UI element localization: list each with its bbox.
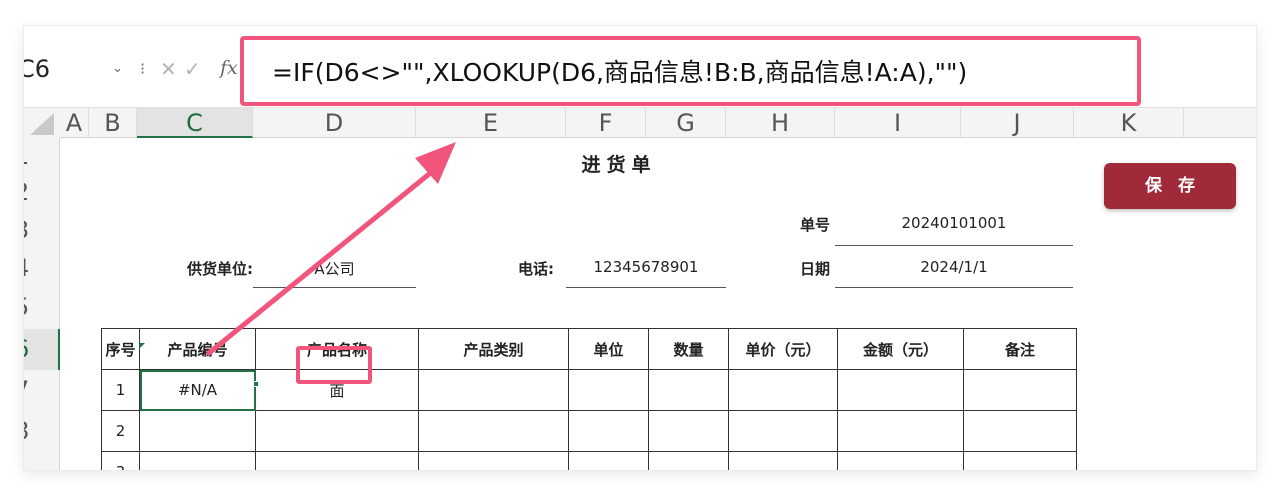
table-cell[interactable] bbox=[568, 410, 649, 452]
save-button[interactable]: 保存 bbox=[1104, 163, 1236, 209]
order-no-label: 单号 bbox=[799, 216, 830, 234]
row-header-8[interactable]: 8 bbox=[24, 411, 60, 452]
phone-label: 电话: bbox=[518, 260, 554, 278]
table-cell[interactable] bbox=[255, 410, 419, 452]
name-box[interactable]: C6 bbox=[24, 52, 124, 86]
table-row: 1 #N/A 面 bbox=[101, 369, 1077, 411]
fill-handle[interactable] bbox=[253, 381, 259, 387]
phone-underline bbox=[566, 287, 726, 288]
column-header-a[interactable]: A bbox=[60, 108, 89, 138]
sheet-title: 进货单 bbox=[581, 154, 657, 176]
chevron-down-icon[interactable]: ⌄ bbox=[112, 61, 123, 76]
table-cell[interactable] bbox=[963, 369, 1077, 411]
items-table: 序号 产品编号 产品名称 产品类别 单位 数量 单价（元） 金额（元） 备注 1… bbox=[101, 328, 1077, 470]
phone-value[interactable]: 12345678901 bbox=[566, 258, 726, 276]
select-all-icon bbox=[30, 113, 54, 135]
header-cell[interactable]: 金额（元） bbox=[837, 328, 964, 370]
table-cell[interactable] bbox=[728, 451, 838, 470]
excel-window: C6 ⌄ ⁝ ✕ ✓ fx =IF(D6<>"",XLOOKUP(D6,商品信息… bbox=[24, 26, 1256, 470]
column-header-i[interactable]: I bbox=[835, 108, 961, 138]
table-row: 2 bbox=[101, 410, 1077, 452]
order-no-underline bbox=[835, 245, 1073, 246]
table-cell[interactable] bbox=[139, 451, 256, 470]
table-cell[interactable] bbox=[837, 369, 964, 411]
table-cell[interactable]: 1 bbox=[101, 369, 140, 411]
table-cell[interactable] bbox=[648, 451, 729, 470]
supplier-underline bbox=[253, 287, 416, 288]
date-label: 日期 bbox=[799, 260, 830, 278]
table-cell[interactable]: 3 bbox=[101, 451, 140, 470]
table-cell[interactable]: 2 bbox=[101, 410, 140, 452]
product-name-highlight-box bbox=[296, 346, 372, 384]
row-header-6[interactable]: 6 bbox=[24, 329, 60, 370]
table-cell[interactable] bbox=[648, 369, 729, 411]
insert-function-icon[interactable]: fx bbox=[220, 57, 238, 79]
column-header-g[interactable]: G bbox=[646, 108, 726, 138]
column-header-f[interactable]: F bbox=[566, 108, 646, 138]
supplier-value[interactable]: A公司 bbox=[253, 258, 416, 279]
header-cell[interactable]: 产品类别 bbox=[418, 328, 569, 370]
column-header-b[interactable]: B bbox=[89, 108, 137, 138]
row-header-7[interactable]: 7 bbox=[24, 370, 60, 411]
header-cell[interactable]: 备注 bbox=[963, 328, 1077, 370]
select-all-corner[interactable] bbox=[24, 108, 60, 138]
table-header-row: 序号 产品编号 产品名称 产品类别 单位 数量 单价（元） 金额（元） 备注 bbox=[101, 328, 1077, 370]
column-header-h[interactable]: H bbox=[726, 108, 835, 138]
header-cell[interactable]: 序号 bbox=[101, 328, 140, 370]
error-flag-icon bbox=[139, 343, 145, 349]
row-header-5[interactable]: 5 bbox=[24, 286, 60, 329]
row-header-4[interactable]: 4 bbox=[24, 250, 60, 286]
table-cell[interactable] bbox=[963, 451, 1077, 470]
row-header-3[interactable]: 3 bbox=[24, 210, 60, 250]
table-cell[interactable] bbox=[255, 451, 419, 470]
table-cell[interactable] bbox=[418, 451, 569, 470]
formula-bar: C6 ⌄ ⁝ ✕ ✓ fx =IF(D6<>"",XLOOKUP(D6,商品信息… bbox=[24, 26, 1256, 108]
table-cell[interactable] bbox=[837, 410, 964, 452]
table-cell[interactable] bbox=[648, 410, 729, 452]
worksheet-grid[interactable]: 进货单 单号 20240101001 供货单位: A公司 电话: 1234567… bbox=[60, 138, 1256, 470]
table-cell[interactable] bbox=[139, 410, 256, 452]
column-header: A B C D E F G H I J K bbox=[24, 108, 1256, 138]
column-header-d[interactable]: D bbox=[253, 108, 416, 138]
date-underline bbox=[835, 287, 1073, 288]
table-cell[interactable] bbox=[568, 369, 649, 411]
formula-highlight-box bbox=[240, 36, 1141, 106]
cancel-icon[interactable]: ✕ bbox=[160, 57, 177, 81]
row-header: 1 2 3 4 5 6 7 8 bbox=[24, 138, 60, 470]
row-header-2[interactable]: 2 bbox=[24, 174, 60, 210]
order-no-value[interactable]: 20240101001 bbox=[835, 214, 1073, 232]
table-cell[interactable] bbox=[418, 410, 569, 452]
table-cell[interactable] bbox=[963, 410, 1077, 452]
table-cell[interactable] bbox=[568, 451, 649, 470]
table-cell[interactable] bbox=[837, 451, 964, 470]
header-cell[interactable]: 数量 bbox=[648, 328, 729, 370]
table-row: 3 bbox=[101, 451, 1077, 470]
column-header-e[interactable]: E bbox=[416, 108, 566, 138]
column-header-c[interactable]: C bbox=[137, 108, 253, 138]
header-cell[interactable]: 产品编号 bbox=[139, 328, 256, 370]
more-options-icon: ⁝ bbox=[140, 59, 146, 78]
header-cell[interactable]: 单价（元） bbox=[728, 328, 838, 370]
header-cell[interactable]: 单位 bbox=[568, 328, 649, 370]
column-header-k[interactable]: K bbox=[1074, 108, 1184, 138]
row-header-1[interactable]: 1 bbox=[24, 138, 60, 174]
active-cell-c6[interactable]: #N/A bbox=[139, 369, 256, 411]
supplier-label: 供货单位: bbox=[187, 260, 253, 278]
date-value[interactable]: 2024/1/1 bbox=[835, 258, 1073, 276]
confirm-icon[interactable]: ✓ bbox=[184, 57, 201, 81]
table-cell[interactable] bbox=[728, 410, 838, 452]
column-header-j[interactable]: J bbox=[961, 108, 1074, 138]
table-cell[interactable] bbox=[418, 369, 569, 411]
table-cell[interactable] bbox=[728, 369, 838, 411]
